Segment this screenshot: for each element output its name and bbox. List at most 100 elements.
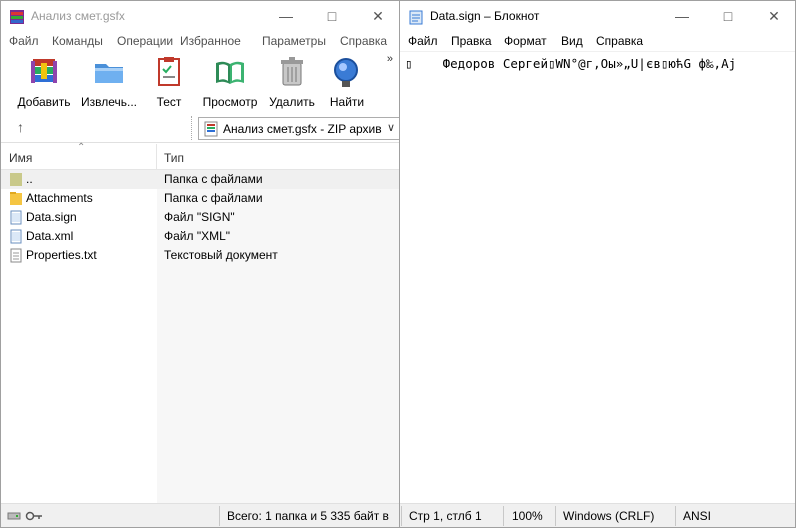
notepad-title: Data.sign – Блокнот <box>430 9 540 23</box>
sort-ascending-icon: ⌃ <box>77 142 86 153</box>
toolbar-grip[interactable] <box>191 116 193 140</box>
extract-label: Извлечь... <box>80 95 137 109</box>
winrar-menubar: Файл Команды Операции Избранное Параметр… <box>1 31 399 51</box>
close-button[interactable]: ✕ <box>751 1 795 31</box>
close-icon: ✕ <box>768 7 780 24</box>
notepad-app-icon <box>409 10 423 25</box>
column-divider[interactable] <box>156 144 157 170</box>
test-button[interactable]: Тест <box>143 53 195 111</box>
add-button[interactable]: Добавить <box>13 53 75 111</box>
menu-file[interactable]: Файл <box>408 34 438 48</box>
test-label: Тест <box>156 95 182 109</box>
file-type: Папка с файлами <box>164 172 263 186</box>
archive-path-combo[interactable]: Анализ смет.gsfx - ZIP архив ∨ <box>198 117 399 140</box>
text-file-icon <box>10 248 22 263</box>
encoding: ANSI <box>683 509 712 523</box>
file-type: Файл "XML" <box>164 229 231 243</box>
parent-folder-icon <box>10 173 22 186</box>
winrar-statusbar: Всего: 1 папка и 5 335 байт в <box>1 503 399 527</box>
up-folder-icon[interactable]: ↑ <box>17 119 24 135</box>
delete-label: Удалить <box>269 95 315 109</box>
chevron-down-icon[interactable]: ∨ <box>387 121 395 134</box>
winrar-title: Анализ смет.gsfx <box>31 9 125 23</box>
list-item[interactable]: Properties.txt Текстовый документ <box>1 246 399 265</box>
file-list: Имя ⌃ Тип .. Папка с файлами Attachments… <box>1 142 399 504</box>
key-icon[interactable] <box>25 509 43 523</box>
maximize-icon: □ <box>723 8 733 24</box>
archive-path-text: Анализ смет.gsfx - ZIP архив <box>223 122 382 136</box>
magnifier-icon <box>334 58 358 87</box>
view-label: Просмотр <box>202 95 258 109</box>
close-button[interactable]: ✕ <box>355 1 399 31</box>
minimize-icon: — <box>279 8 293 24</box>
status-summary: Всего: 1 папка и 5 335 байт в <box>227 509 389 523</box>
list-item[interactable]: .. Папка с файлами <box>1 170 399 189</box>
file-name: .. <box>26 172 33 186</box>
toolbar-overflow-icon[interactable]: » <box>387 53 393 65</box>
winrar-books-icon <box>31 59 57 83</box>
document-text: ▯ Федоров Сергей▯WN°@г,Оы»„U|єв▯юћG ф‰,A… <box>405 56 737 71</box>
status-divider <box>401 506 402 526</box>
status-divider <box>675 506 676 526</box>
minimize-button[interactable]: — <box>659 1 705 31</box>
maximize-icon: □ <box>327 8 337 24</box>
list-item[interactable]: Data.sign Файл "SIGN" <box>1 208 399 227</box>
minimize-icon: — <box>675 8 689 24</box>
notepad-statusbar: Стр 1, стлб 1 100% Windows (CRLF) ANSI <box>400 503 795 527</box>
find-label: Найти <box>329 95 365 109</box>
file-type: Папка с файлами <box>164 191 263 205</box>
drive-icon[interactable] <box>7 509 21 523</box>
menu-format[interactable]: Формат <box>504 34 547 48</box>
extract-button[interactable]: Извлечь... <box>79 53 139 111</box>
minimize-button[interactable]: — <box>263 1 309 31</box>
extract-folder-icon <box>95 64 123 83</box>
menu-commands[interactable]: Команды <box>52 34 103 48</box>
delete-button[interactable]: Удалить <box>265 53 319 111</box>
column-header: Имя ⌃ Тип <box>1 142 399 170</box>
text-editor[interactable]: ▯ Федоров Сергей▯WN°@г,Оы»„U|єв▯юћG ф‰,A… <box>400 51 795 506</box>
cursor-position: Стр 1, стлб 1 <box>409 509 482 523</box>
maximize-button[interactable]: □ <box>309 1 355 31</box>
view-book-icon <box>216 61 244 84</box>
winrar-toolbar: Добавить Извлечь... Тест Просмотр Удалит… <box>1 51 399 113</box>
winrar-app-icon <box>10 10 24 24</box>
menu-help[interactable]: Справка <box>596 34 643 48</box>
zoom-level: 100% <box>512 509 543 523</box>
archive-icon <box>204 121 218 137</box>
menu-edit[interactable]: Правка <box>451 34 492 48</box>
file-icon <box>10 229 22 244</box>
address-bar: ↑ Анализ смет.gsfx - ZIP архив ∨ <box>1 113 399 143</box>
menu-options[interactable]: Параметры <box>262 34 326 48</box>
menu-operations[interactable]: Операции <box>117 34 173 48</box>
view-button[interactable]: Просмотр <box>199 53 261 111</box>
add-label: Добавить <box>17 95 71 109</box>
file-type: Файл "SIGN" <box>164 210 235 224</box>
notepad-menubar: Файл Правка Формат Вид Справка <box>400 31 795 51</box>
notepad-window: Data.sign – Блокнот — □ ✕ Файл Правка Фо… <box>399 0 796 528</box>
menu-file[interactable]: Файл <box>9 34 39 48</box>
status-divider <box>555 506 556 526</box>
menu-help[interactable]: Справка <box>340 34 387 48</box>
column-name-header[interactable]: Имя <box>9 151 32 165</box>
list-item[interactable]: Data.xml Файл "XML" <box>1 227 399 246</box>
column-type-header[interactable]: Тип <box>164 151 184 165</box>
file-name: Data.xml <box>26 229 74 243</box>
status-divider <box>219 506 220 526</box>
menu-favorites[interactable]: Избранное <box>180 34 241 48</box>
file-name: Properties.txt <box>26 248 97 262</box>
notepad-titlebar[interactable]: Data.sign – Блокнот — □ ✕ <box>400 1 795 31</box>
test-checklist-icon <box>158 57 180 86</box>
list-item[interactable]: Attachments Папка с файлами <box>1 189 399 208</box>
vertical-scrollbar[interactable] <box>778 52 795 506</box>
close-icon: ✕ <box>372 7 384 24</box>
file-icon <box>10 210 22 225</box>
file-name: Attachments <box>26 191 93 205</box>
maximize-button[interactable]: □ <box>705 1 751 31</box>
winrar-titlebar[interactable]: Анализ смет.gsfx — □ ✕ <box>1 1 399 31</box>
menu-view[interactable]: Вид <box>561 34 583 48</box>
status-divider <box>503 506 504 526</box>
find-button[interactable]: Найти <box>323 53 371 111</box>
file-name: Data.sign <box>26 210 77 224</box>
folder-icon <box>10 192 22 205</box>
file-type: Текстовый документ <box>164 248 278 262</box>
